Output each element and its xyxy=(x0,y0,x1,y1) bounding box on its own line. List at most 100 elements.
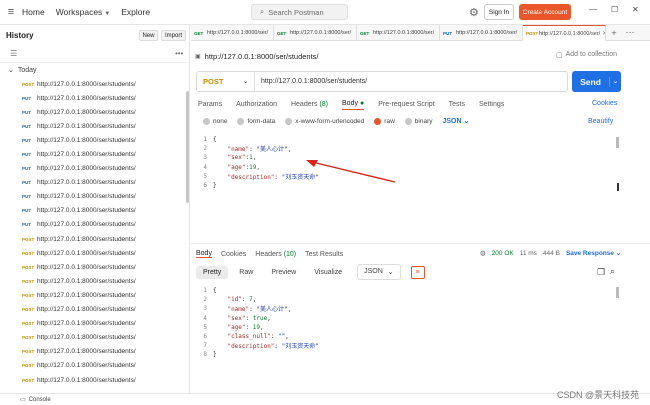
radio-none[interactable]: none xyxy=(203,117,227,125)
maximize-icon[interactable]: ☐ xyxy=(611,5,618,14)
tab-request-4[interactable]: PUT http://127.0.0.1:8000/ser/ xyxy=(440,25,523,41)
close-icon[interactable]: ✕ xyxy=(632,5,639,14)
list-item[interactable]: POST http://127.0.0.1:8000/ser/students/ xyxy=(0,317,189,331)
console-label[interactable]: Console xyxy=(29,397,51,403)
tab-request-3[interactable]: GET http://127.0.0.1:8000/ser/ xyxy=(357,25,440,41)
tab-response-body[interactable]: Body xyxy=(196,250,212,258)
list-item[interactable]: POST http://127.0.0.1:8000/ser/students/ xyxy=(0,288,189,302)
save-response-button[interactable]: Save Response ⌄ xyxy=(566,249,621,257)
sidebar-scrollbar[interactable] xyxy=(186,91,189,203)
more-tabs-icon[interactable]: ⋯ xyxy=(622,25,638,40)
tab-authorization[interactable]: Authorization xyxy=(236,101,277,108)
new-tab-icon[interactable]: + xyxy=(606,25,622,40)
list-item[interactable]: POST http://127.0.0.1:8000/ser/students/ xyxy=(0,232,189,246)
tab-request-5[interactable]: POSThttp://127.0.0.1:8000/ser/✕ xyxy=(523,25,606,41)
list-item[interactable]: PUT http://127.0.0.1:8000/ser/students/ xyxy=(0,190,189,204)
tab-url: http://127.0.0.1:8000/ser/ xyxy=(373,30,435,36)
create-account-button[interactable]: Create Account xyxy=(519,4,571,20)
minimize-icon[interactable]: — xyxy=(589,5,597,14)
sign-in-button[interactable]: Sign In xyxy=(484,4,514,20)
filter-bar[interactable]: ☰ ••• xyxy=(0,45,189,63)
gear-icon[interactable]: ⚙ xyxy=(469,6,479,19)
code-token: "刘玉资天命" xyxy=(281,343,319,351)
menu-icon[interactable]: ≡ xyxy=(0,6,22,18)
nav-explore[interactable]: Explore xyxy=(121,7,150,17)
nav-workspaces[interactable]: Workspaces ▼ xyxy=(56,7,111,17)
list-item[interactable]: PUT http://127.0.0.1:8000/ser/students/ xyxy=(0,204,189,218)
filter-icon[interactable]: ☰ xyxy=(10,49,17,58)
wrap-lines-icon[interactable]: ≡ xyxy=(410,265,425,279)
list-item[interactable]: POST http://127.0.0.1:8000/ser/students/ xyxy=(0,303,189,317)
response-body-viewer[interactable]: 1{2 "id": 7, 3 "name": "美人心计", 4 "sex": tr… xyxy=(200,286,616,361)
globe-icon[interactable]: ◍ xyxy=(480,249,486,257)
tab-body[interactable]: Body ● xyxy=(342,100,365,110)
tab-test-results[interactable]: Test Results xyxy=(305,251,343,258)
list-item[interactable]: PUT http://127.0.0.1:8000/ser/students/ xyxy=(0,91,189,105)
import-button[interactable]: Import xyxy=(161,30,186,41)
code-line: 2 "name": "美人心计", xyxy=(200,144,616,153)
list-item[interactable]: PUT http://127.0.0.1:8000/ser/students/ xyxy=(0,176,189,190)
list-item[interactable]: PUT http://127.0.0.1:8000/ser/students/ xyxy=(0,147,189,161)
chevron-down-icon[interactable]: ⌄ xyxy=(610,78,621,85)
list-item[interactable]: POST http://127.0.0.1:8000/ser/students/ xyxy=(0,246,189,260)
search-input[interactable]: ⌕ Search Postman xyxy=(251,4,348,20)
list-item[interactable]: PUT http://127.0.0.1:8000/ser/students/ xyxy=(0,119,189,133)
list-item[interactable]: PUT http://127.0.0.1:8000/ser/students/ xyxy=(0,133,189,147)
request-title-text[interactable]: http://127.0.0.1:8000/ser/students/ xyxy=(205,52,319,61)
radio-binary[interactable]: binary xyxy=(404,117,433,125)
view-visualize[interactable]: Visualize xyxy=(307,266,349,279)
search-icon[interactable]: ⌕ xyxy=(610,266,615,277)
view-preview[interactable]: Preview xyxy=(264,266,303,279)
tab-settings[interactable]: Settings xyxy=(479,101,504,108)
history-group-today[interactable]: ⌄ Today xyxy=(0,63,189,77)
tab-pre-request-script[interactable]: Pre-request Script xyxy=(378,101,434,108)
response-scrollbar[interactable] xyxy=(616,287,619,298)
list-item[interactable]: POST http://127.0.0.1:8000/ser/students/ xyxy=(0,359,189,373)
nav-home[interactable]: Home xyxy=(22,7,45,17)
tab-response-cookies[interactable]: Cookies xyxy=(221,251,246,258)
code-line: 1{ xyxy=(200,286,616,295)
list-item[interactable]: PUT http://127.0.0.1:8000/ser/students/ xyxy=(0,162,189,176)
resize-handle[interactable] xyxy=(617,183,619,191)
response-size[interactable]: 444 B xyxy=(543,250,560,257)
method-select[interactable]: POST ⌄ xyxy=(197,72,255,91)
view-pretty[interactable]: Pretty xyxy=(196,265,229,279)
tab-request-1[interactable]: GET http://127.0.0.1:8000/ser/ xyxy=(191,25,274,41)
list-item[interactable]: PUT http://127.0.0.1:8000/ser/students/ xyxy=(0,218,189,232)
response-format-select[interactable]: JSON ⌄ xyxy=(357,264,401,280)
radio-form-data[interactable]: form-data xyxy=(237,117,275,125)
list-item[interactable]: POST http://127.0.0.1:8000/ser/students/ xyxy=(0,373,189,387)
new-button[interactable]: New xyxy=(139,30,158,41)
url-bar: POST ⌄ http://127.0.0.1:8000/ser/student… xyxy=(196,71,568,92)
list-item[interactable]: POST http://127.0.0.1:8000/ser/students/ xyxy=(0,274,189,288)
editor-scrollbar[interactable] xyxy=(616,137,619,148)
radio-raw[interactable]: raw xyxy=(374,117,395,125)
console-icon[interactable]: ▭ xyxy=(20,396,26,403)
list-item[interactable]: PUT http://127.0.0.1:8000/ser/students/ xyxy=(0,105,189,119)
tab-params[interactable]: Params xyxy=(198,101,222,108)
tab-request-2[interactable]: GET http://127.0.0.1:8000/ser/ xyxy=(274,25,357,41)
status-code[interactable]: 200 OK xyxy=(492,250,514,257)
body-format-select[interactable]: JSON ⌄ xyxy=(443,117,470,125)
tab-tests[interactable]: Tests xyxy=(449,101,465,108)
code-text: "sex":1, xyxy=(213,154,256,161)
list-item[interactable]: POST http://127.0.0.1:8000/ser/students/ xyxy=(0,77,189,91)
tab-headers[interactable]: Headers (8) xyxy=(291,101,328,108)
copy-icon[interactable]: ❐ xyxy=(597,267,605,278)
beautify-button[interactable]: Beautify xyxy=(588,118,613,125)
add-to-collection-button[interactable]: ▢ Add to collection xyxy=(556,51,617,59)
pane-divider[interactable] xyxy=(191,243,650,244)
url-input[interactable]: http://127.0.0.1:8000/ser/students/ xyxy=(255,78,367,85)
radio-urlencoded[interactable]: x-www-form-urlencoded xyxy=(285,117,364,125)
more-options-icon[interactable]: ••• xyxy=(175,49,183,58)
tab-response-headers[interactable]: Headers (10) xyxy=(255,251,296,258)
cookies-link[interactable]: Cookies xyxy=(592,100,617,107)
request-body-editor[interactable]: 1{2 "name": "美人心计", 3 "sex":1, 4 "age":19,… xyxy=(200,135,616,235)
list-item[interactable]: POST http://127.0.0.1:8000/ser/students/ xyxy=(0,345,189,359)
list-item[interactable]: POST http://127.0.0.1:8000/ser/students/ xyxy=(0,331,189,345)
method-badge: POST xyxy=(22,292,35,298)
view-raw[interactable]: Raw xyxy=(232,266,260,279)
response-time[interactable]: 11 ms xyxy=(520,250,537,257)
list-item[interactable]: POST http://127.0.0.1:8000/ser/students/ xyxy=(0,260,189,274)
send-button[interactable]: Send ⌄ xyxy=(572,71,621,92)
